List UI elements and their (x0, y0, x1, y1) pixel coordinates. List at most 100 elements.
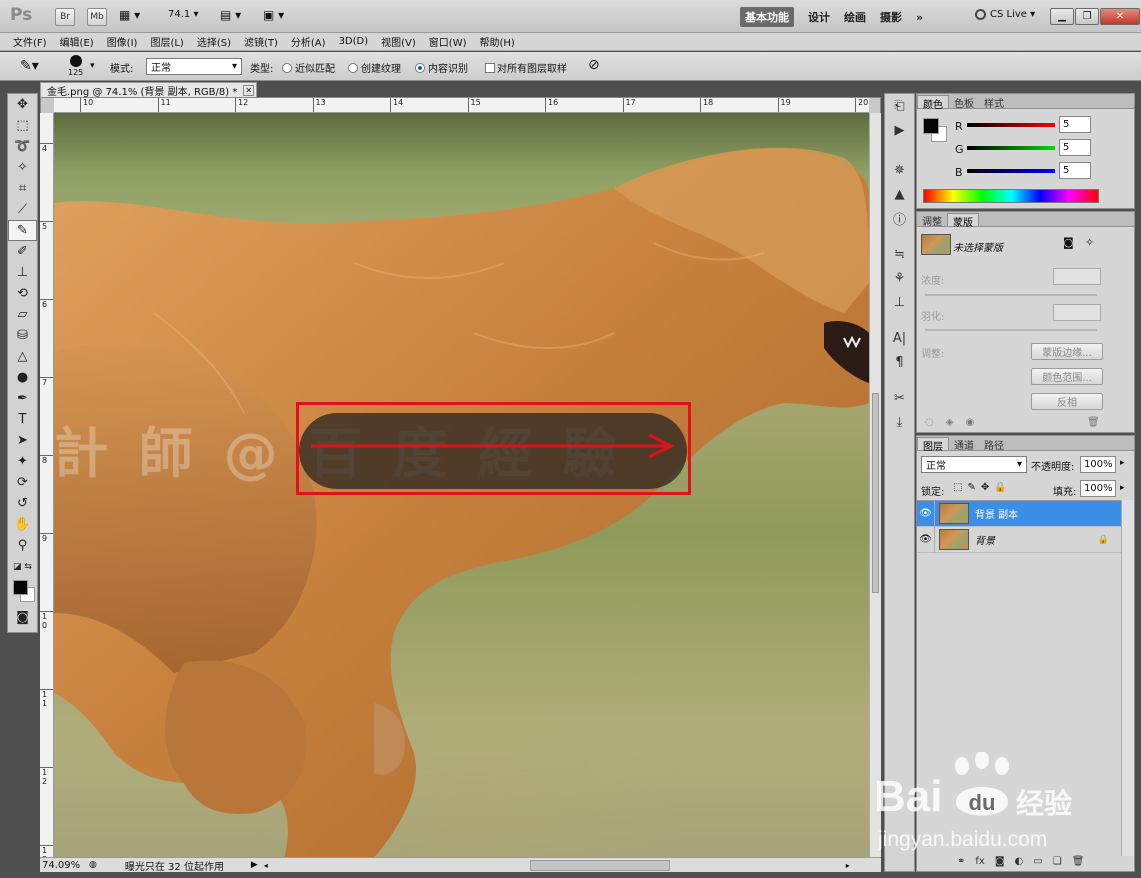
workspace-painting[interactable]: 绘画 (844, 9, 866, 25)
spot-healing-tool-icon[interactable]: ✎ (8, 220, 37, 241)
bridge-button[interactable]: Br (55, 8, 75, 26)
dodge-tool-icon[interactable]: ● (8, 367, 37, 388)
b-value-field[interactable]: 5 (1059, 162, 1091, 179)
vertical-scroll-thumb[interactable] (872, 393, 879, 593)
r-slider[interactable] (967, 123, 1055, 127)
ruler-horizontal[interactable]: 10 11 12 13 14 15 16 17 18 19 20 (54, 98, 869, 113)
close-button[interactable]: ✕ (1100, 8, 1140, 25)
menu-3d[interactable]: 3D(D) (339, 36, 369, 47)
minibridge-button[interactable]: Mb (87, 8, 107, 26)
shape-tool-icon[interactable]: ✦ (8, 451, 37, 472)
fill-field[interactable]: 100% (1080, 480, 1116, 497)
pixel-mask-icon[interactable]: ◙ (1063, 236, 1074, 249)
lock-all-icon[interactable]: 🔒 (994, 482, 1006, 493)
document-tab[interactable]: 金毛.png @ 74.1% (背景 副本, RGB/8) * ✕ (40, 82, 257, 98)
more-workspaces-button[interactable]: » (916, 11, 923, 24)
type-texture-radio[interactable]: 创建纹理 (348, 60, 401, 75)
layer-style-icon[interactable]: fx (975, 856, 984, 867)
layer-row-background[interactable]: 👁 背景 🔒 (917, 526, 1121, 553)
zoom-level-select[interactable]: 74.1 ▾ (168, 9, 198, 20)
layers-scrollbar[interactable] (1121, 500, 1134, 856)
clone-stamp-tool-icon[interactable]: ⊥ (8, 262, 37, 283)
g-slider[interactable] (967, 146, 1055, 150)
load-selection-icon[interactable]: ◌ (925, 417, 934, 428)
pen-tool-icon[interactable]: ✒ (8, 388, 37, 409)
ruler-vertical[interactable]: 4567891 01 11 21 3 (40, 113, 54, 858)
menu-select[interactable]: 选择(S) (197, 34, 231, 49)
menu-edit[interactable]: 编辑(E) (60, 34, 94, 49)
restore-button[interactable]: ❐ (1075, 8, 1099, 25)
lock-pixels-icon[interactable]: ✎ (967, 482, 975, 493)
brush-tool-icon[interactable]: ✐ (8, 241, 37, 262)
eyedropper-tool-icon[interactable]: ⟋ (8, 199, 37, 220)
g-value-field[interactable]: 5 (1059, 139, 1091, 156)
close-document-icon[interactable]: ✕ (243, 84, 255, 96)
arrange-documents-icon[interactable]: ▤ ▾ (220, 8, 241, 22)
brush-preset-icon[interactable] (70, 55, 82, 67)
vertical-scrollbar[interactable] (869, 113, 881, 858)
tab-styles[interactable]: 样式 (979, 95, 1009, 110)
tab-channels[interactable]: 通道 (949, 437, 979, 452)
zoom-status[interactable]: 74.09% (42, 860, 86, 871)
navigator-panel-icon[interactable]: ✵ (885, 158, 914, 182)
lock-position-icon[interactable]: ✥ (981, 482, 989, 493)
path-select-tool-icon[interactable]: ➤ (8, 430, 37, 451)
view-extras-icon[interactable]: ▦ ▾ (119, 8, 140, 22)
mode-select[interactable]: 正常 ▾ (146, 58, 242, 75)
b-slider[interactable] (967, 169, 1055, 173)
move-tool-icon[interactable]: ✥ (8, 94, 37, 115)
menu-help[interactable]: 帮助(H) (480, 34, 515, 49)
tab-masks[interactable]: 蒙版 (947, 213, 979, 229)
quick-mask-icon[interactable]: ◙ (8, 607, 37, 628)
history-brush-tool-icon[interactable]: ⟲ (8, 283, 37, 304)
eraser-tool-icon[interactable]: ▱ (8, 304, 37, 325)
zoom-tool-icon[interactable]: ⚲ (8, 535, 37, 556)
new-layer-icon[interactable]: ❏ (1053, 856, 1062, 867)
menu-analysis[interactable]: 分析(A) (291, 34, 326, 49)
3d-orbit-tool-icon[interactable]: ↺ (8, 493, 37, 514)
3d-rotate-tool-icon[interactable]: ⟳ (8, 472, 37, 493)
history-panel-icon[interactable]: ⎗ (885, 94, 914, 118)
status-menu-arrow-icon[interactable]: ▶ (251, 860, 258, 870)
minimize-button[interactable]: ▁ (1050, 8, 1074, 25)
fill-arrow-icon[interactable]: ▸ (1120, 483, 1125, 493)
menu-filter[interactable]: 滤镜(T) (244, 34, 278, 49)
histogram-panel-icon[interactable]: ▲ (885, 182, 914, 206)
add-mask-icon[interactable]: ◙ (995, 856, 1005, 867)
info-panel-icon[interactable]: ⓘ (885, 206, 914, 230)
actions-panel-icon[interactable]: ▶ (885, 118, 914, 142)
link-layers-icon[interactable]: ⚭ (957, 856, 965, 867)
marquee-tool-icon[interactable]: ⬚ (8, 115, 37, 136)
horizontal-scroll-thumb[interactable] (529, 859, 670, 871)
color-swatches[interactable] (8, 577, 37, 607)
tab-adjustments[interactable]: 调整 (917, 213, 947, 228)
sample-all-layers-checkbox[interactable]: 对所有图层取样 (485, 60, 567, 75)
apply-mask-icon[interactable]: ◈ (946, 417, 954, 428)
lock-transparency-icon[interactable]: ⬚ (953, 482, 962, 493)
hand-tool-icon[interactable]: ✋ (8, 514, 37, 535)
delete-mask-icon[interactable]: 🗑 (1087, 417, 1100, 428)
3d-panel-icon[interactable]: ⤓ (885, 410, 914, 434)
clone-source-panel-icon[interactable]: ⊥ (885, 290, 914, 314)
brush-presets-panel-icon[interactable]: ⚘ (885, 266, 914, 290)
delete-layer-icon[interactable]: 🗑 (1072, 856, 1085, 867)
menu-layer[interactable]: 图层(L) (150, 34, 183, 49)
vector-mask-icon[interactable]: ✧ (1085, 236, 1094, 249)
layer-row-background-copy[interactable]: 👁 背景 副本 (917, 500, 1121, 527)
spot-healing-brush-icon[interactable]: ✎▾ (20, 58, 39, 74)
workspace-photography[interactable]: 摄影 (880, 9, 902, 25)
opacity-arrow-icon[interactable]: ▸ (1120, 458, 1125, 468)
scroll-left-icon[interactable]: ◂ (264, 861, 268, 870)
type-content-aware-radio[interactable]: 内容识别 (415, 60, 468, 75)
quick-select-tool-icon[interactable]: ✧ (8, 157, 37, 178)
mask-edge-button[interactable]: 蒙版边缘... (1031, 343, 1103, 360)
type-proximity-radio[interactable]: 近似匹配 (282, 60, 335, 75)
image-canvas[interactable]: 計 師 @ 百 度 經 驗 (54, 113, 869, 858)
paint-bucket-tool-icon[interactable]: ⛁ (8, 325, 37, 346)
color-range-button[interactable]: 颜色范围... (1031, 368, 1103, 385)
type-tool-icon[interactable]: T (8, 409, 37, 430)
crop-tool-icon[interactable]: ⌗ (8, 178, 37, 199)
brush-picker-arrow-icon[interactable]: ▾ (90, 61, 95, 71)
scroll-right-icon[interactable]: ▸ (846, 861, 850, 870)
menu-file[interactable]: 文件(F) (13, 34, 47, 49)
